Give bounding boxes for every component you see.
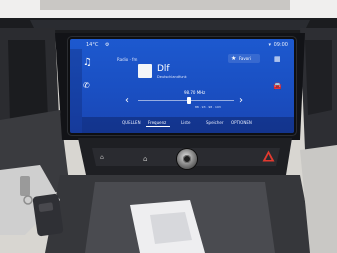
home-button-icon[interactable]: ⌂ bbox=[143, 155, 147, 163]
source-label: Radio · fm bbox=[117, 57, 138, 62]
station-subtitle: Deutschlandfunk bbox=[157, 75, 187, 79]
favorites-button[interactable]: ★ Favori bbox=[228, 54, 260, 63]
next-station-icon[interactable]: › bbox=[239, 96, 243, 106]
outside-temperature: 14°C bbox=[86, 42, 99, 48]
signal-icon: ▾ bbox=[268, 42, 271, 48]
key-fob bbox=[20, 176, 30, 196]
dash-top bbox=[40, 0, 290, 10]
star-icon: ★ bbox=[231, 55, 237, 62]
favorites-label: Favori bbox=[239, 56, 251, 61]
settings-icon[interactable]: ⚙ bbox=[105, 42, 109, 48]
previous-station-icon[interactable]: ‹ bbox=[125, 96, 129, 106]
car-dashboard-photo: 14°C ⚙ ▾ 09:00 ♫ ✆ Radio · fm Dlf Deutsc… bbox=[0, 0, 337, 253]
left-vent bbox=[8, 40, 48, 124]
tab-speicher[interactable]: Speicher bbox=[206, 120, 224, 125]
volume-knob[interactable] bbox=[177, 149, 197, 169]
phone-icon[interactable]: ✆ bbox=[83, 82, 90, 90]
paper-print bbox=[150, 212, 192, 244]
dash-trim-highlight bbox=[30, 20, 310, 30]
station-name: Dlf bbox=[157, 64, 170, 74]
clock: 09:00 bbox=[273, 42, 288, 48]
tab-frequenz[interactable]: Frequenz bbox=[148, 120, 166, 125]
apps-grid-icon[interactable]: ▦ bbox=[274, 55, 281, 63]
frequency-slider-track[interactable] bbox=[138, 100, 234, 101]
side-navigation bbox=[70, 49, 82, 133]
frequency-slider-knob[interactable] bbox=[187, 97, 191, 104]
menu-button-icon[interactable]: ⌂ bbox=[100, 154, 104, 161]
car-icon[interactable]: 🚘 bbox=[273, 82, 282, 90]
tab-optionen[interactable]: OPTIONEN bbox=[231, 120, 252, 125]
music-note-icon[interactable]: ♫ bbox=[83, 58, 92, 68]
tab-liste[interactable]: Liste bbox=[181, 120, 190, 125]
right-vent bbox=[305, 40, 332, 115]
frequency-ticks: 88 · 93 · 98 · 103 bbox=[195, 105, 221, 109]
station-logo bbox=[138, 64, 152, 78]
key-fob-remote bbox=[32, 193, 64, 237]
power-button[interactable] bbox=[183, 155, 191, 163]
tab-quellen[interactable]: QUELLEN bbox=[122, 120, 141, 125]
active-tab-indicator bbox=[146, 126, 170, 127]
hazard-icon[interactable] bbox=[262, 150, 275, 162]
infotainment-screen[interactable]: 14°C ⚙ ▾ 09:00 ♫ ✆ Radio · fm Dlf Deutsc… bbox=[70, 39, 294, 133]
frequency-readout: 98.70 MHz bbox=[184, 90, 206, 95]
